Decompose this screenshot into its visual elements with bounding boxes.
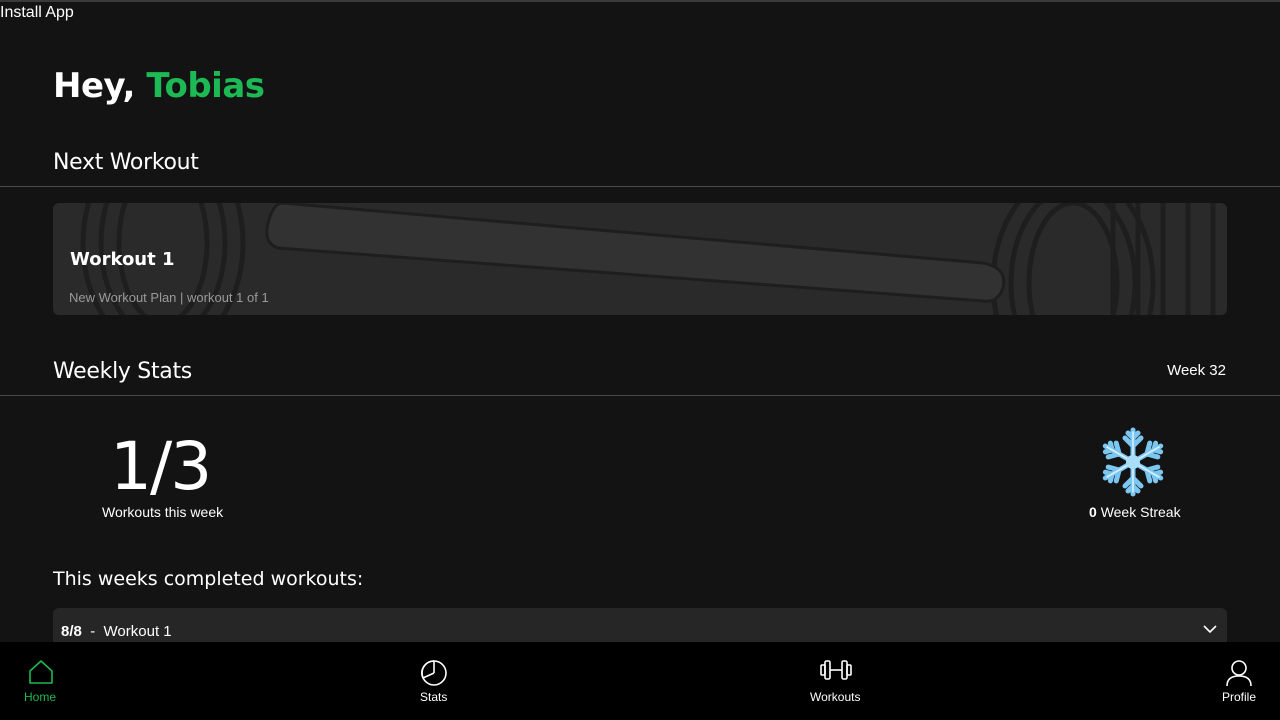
completed-date: 8/8 <box>61 623 82 640</box>
user-name: Tobias <box>146 66 265 106</box>
workouts-caption: Workouts this week <box>102 504 224 520</box>
next-workout-card[interactable]: Workout 1 New Workout Plan | workout 1 o… <box>53 203 1227 315</box>
pie-chart-icon <box>421 660 447 686</box>
install-app-link[interactable]: Install App <box>0 4 74 22</box>
home-screen: Install App Hey, Tobias Next Workout Wor… <box>0 0 1280 720</box>
greeting-heading: Hey, Tobias <box>53 66 265 106</box>
nav-label-workouts: Workouts <box>810 690 861 704</box>
next-workout-title: Next Workout <box>53 150 199 175</box>
week-streak: 0 Week Streak <box>1089 504 1181 520</box>
dumbbell-icon <box>820 660 852 680</box>
completed-workout-text: 8/8 - Workout 1 <box>61 623 172 640</box>
completed-name: Workout 1 <box>103 623 172 640</box>
nav-stats[interactable]: Stats <box>400 642 470 720</box>
streak-count: 0 <box>1089 504 1097 520</box>
week-number: Week 32 <box>1167 362 1226 379</box>
nav-label-profile: Profile <box>1222 690 1257 704</box>
nav-profile[interactable]: Profile <box>1210 642 1270 720</box>
nav-label-home: Home <box>24 690 57 704</box>
workout-subtitle: New Workout Plan | workout 1 of 1 <box>69 290 269 305</box>
completed-workouts-title: This weeks completed workouts: <box>53 568 364 590</box>
nav-label-stats: Stats <box>420 690 448 704</box>
nav-home[interactable]: Home <box>0 642 80 720</box>
weekly-stats-title: Weekly Stats <box>53 359 192 384</box>
completed-separator: - <box>90 623 96 640</box>
section-divider <box>0 395 1280 396</box>
top-border <box>0 0 1280 2</box>
workout-title: Workout 1 <box>70 249 175 270</box>
user-icon <box>1226 660 1252 687</box>
nav-workouts[interactable]: Workouts <box>800 642 880 720</box>
greeting-prefix: Hey, <box>53 66 135 106</box>
streak-label: Week Streak <box>1100 504 1181 520</box>
section-divider <box>0 186 1280 187</box>
bottom-navigation: Home Stats Workouts Profile <box>0 642 1280 720</box>
chevron-down-icon[interactable] <box>1203 624 1217 634</box>
snowflake-icon <box>1096 427 1170 498</box>
workouts-count: 1/3 <box>110 428 212 505</box>
home-icon <box>29 660 53 684</box>
